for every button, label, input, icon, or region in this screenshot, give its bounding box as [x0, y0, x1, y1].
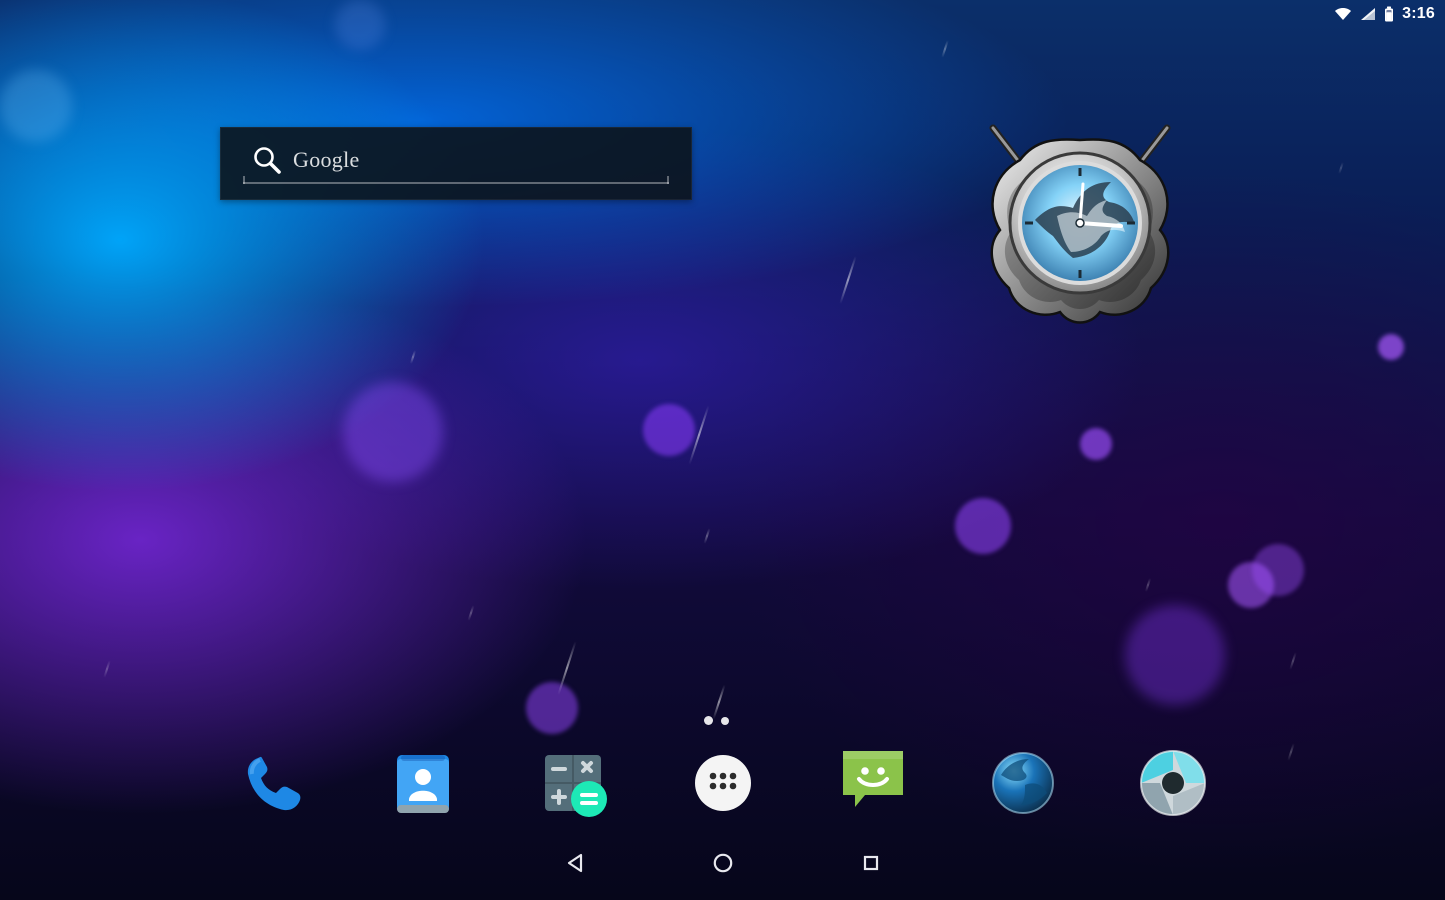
bokeh-light: [526, 682, 578, 734]
navigation-bar[interactable]: [0, 830, 1445, 900]
back-button[interactable]: [555, 845, 595, 885]
raindrop: [1338, 161, 1344, 175]
raindrop: [103, 660, 111, 678]
bokeh-light: [343, 382, 443, 482]
wifi-icon: [1334, 7, 1352, 21]
recents-icon: [858, 850, 884, 881]
google-search-widget[interactable]: Google: [220, 127, 692, 200]
bokeh-light: [1252, 544, 1304, 596]
status-time: 3:16: [1402, 5, 1435, 22]
dock-app-browser[interactable]: [978, 740, 1068, 830]
globe-icon: [981, 741, 1065, 830]
raindrop: [941, 40, 949, 58]
dock-app-contacts[interactable]: [378, 740, 468, 830]
raindrop: [839, 255, 857, 305]
bokeh-light: [643, 404, 695, 456]
dock-app-messaging[interactable]: [828, 740, 918, 830]
search-icon: [251, 144, 283, 176]
message-icon: [831, 741, 915, 830]
raindrop: [1287, 743, 1295, 761]
wolf-crest-clock-widget[interactable]: [975, 120, 1185, 330]
bokeh-light: [1378, 334, 1404, 360]
raindrop: [1289, 652, 1297, 670]
raindrop: [703, 528, 711, 544]
recents-button[interactable]: [851, 845, 891, 885]
calculator-icon: [533, 743, 613, 828]
raindrop: [712, 684, 726, 720]
status-bar[interactable]: 3:16: [1315, 0, 1445, 28]
raindrop: [1144, 578, 1152, 592]
dock[interactable]: [228, 740, 1218, 830]
raindrop: [467, 605, 475, 621]
search-field-underline: [243, 176, 669, 184]
google-search-row[interactable]: Google: [251, 144, 360, 176]
dock-app-camera[interactable]: [1128, 740, 1218, 830]
battery-icon: [1384, 6, 1394, 22]
raindrop: [409, 350, 417, 364]
page-dot: [721, 717, 729, 725]
bokeh-light: [1080, 428, 1112, 460]
google-search-label: Google: [293, 147, 360, 172]
bokeh-light: [0, 70, 72, 142]
page-dot-active: [704, 716, 713, 725]
dock-app-phone[interactable]: [228, 740, 318, 830]
home-icon: [710, 850, 736, 881]
dock-app-all-apps[interactable]: [678, 740, 768, 830]
page-indicator: [704, 716, 729, 725]
bokeh-light: [955, 498, 1011, 554]
back-icon: [562, 850, 588, 881]
phone-icon: [234, 744, 312, 827]
all-apps-icon: [683, 743, 763, 828]
contacts-icon: [383, 743, 463, 828]
home-button[interactable]: [703, 845, 743, 885]
cell-signal-icon: [1360, 7, 1376, 21]
dock-app-calculator[interactable]: [528, 740, 618, 830]
bokeh-light: [1125, 605, 1225, 705]
camera-aperture-icon: [1131, 741, 1215, 830]
bokeh-light: [335, 0, 385, 50]
